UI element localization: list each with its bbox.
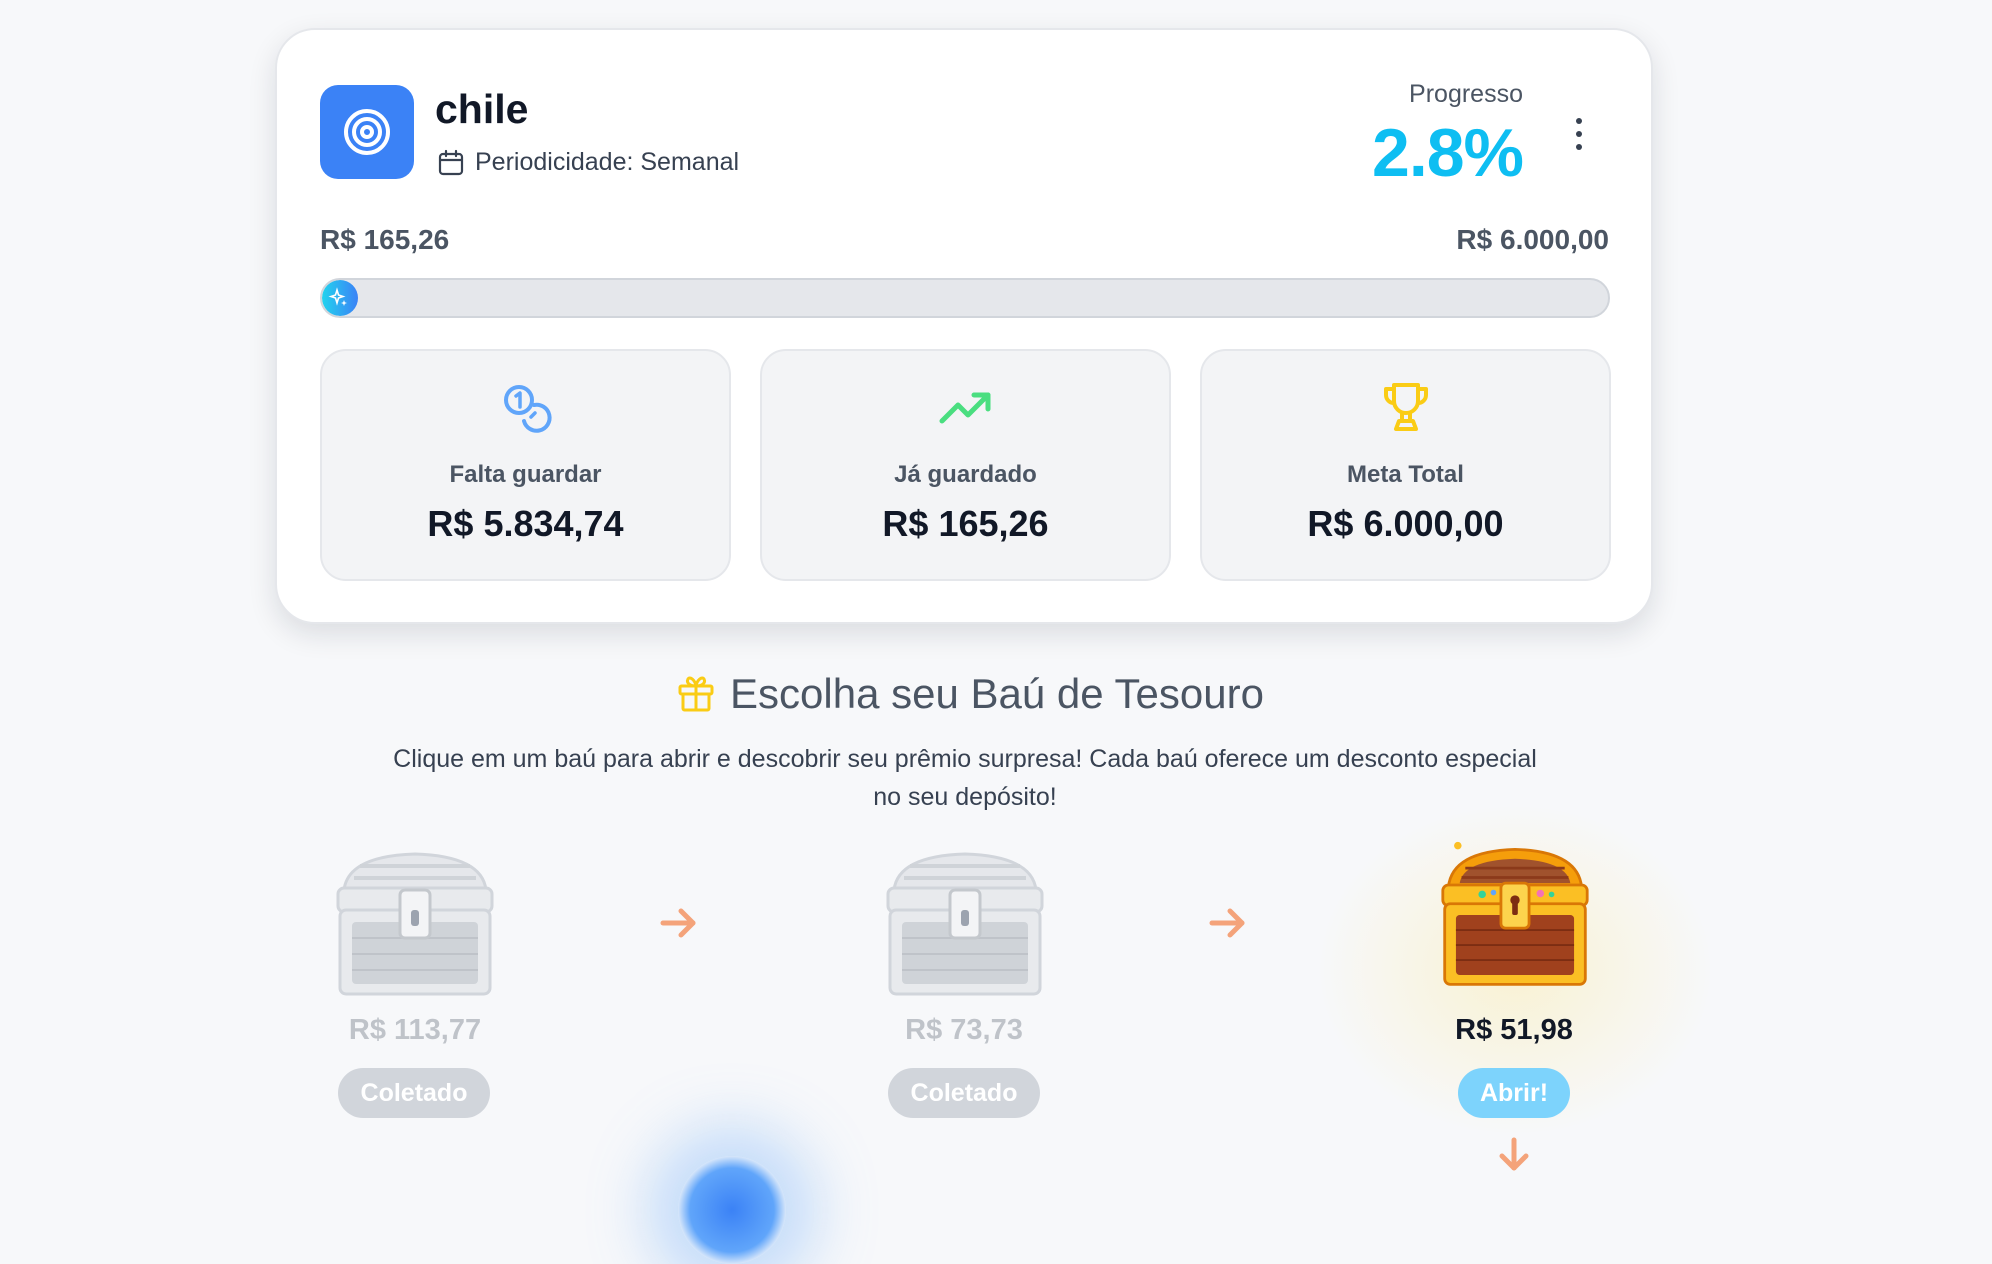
progress-bar-fill — [322, 280, 358, 316]
treasure-title: Escolha seu Baú de Tesouro — [0, 670, 1940, 718]
stat-total: Meta Total R$ 6.000,00 — [1200, 349, 1611, 581]
stat-label: Já guardado — [894, 461, 1037, 488]
calendar-icon — [438, 149, 464, 175]
progress-value: 2.8% — [1372, 115, 1524, 191]
treasure-description: Clique em um baú para abrir e descobrir … — [393, 745, 1537, 811]
treasure-chest-collected[interactable] — [880, 850, 1050, 1000]
periodicity: Periodicidade: Semanal — [437, 148, 739, 177]
more-options-icon[interactable] — [1573, 118, 1585, 150]
arrow-right-icon — [660, 908, 696, 938]
goal-card: chile Periodicidade: Semanal Progresso 2… — [275, 28, 1653, 624]
periodicity-label: Periodicidade: Semanal — [475, 148, 740, 176]
floating-orb — [678, 1156, 786, 1264]
gift-icon — [678, 676, 714, 712]
stat-value: R$ 5.834,74 — [427, 503, 624, 544]
trending-up-icon — [939, 392, 990, 424]
trophy-icon — [1383, 383, 1428, 431]
target-amount: R$ 6.000,00 — [1456, 224, 1609, 255]
chest-price: R$ 113,77 — [348, 1014, 482, 1046]
arrow-down-icon — [1499, 1137, 1529, 1171]
arrow-right-icon — [1209, 908, 1245, 938]
progress-bar — [320, 278, 1610, 318]
target-icon — [320, 85, 414, 179]
open-chest-button[interactable]: Abrir! — [1458, 1068, 1570, 1118]
sparkle-icon — [328, 287, 347, 306]
chest-price: R$ 51,98 — [1455, 1014, 1573, 1046]
stat-value: R$ 6.000,00 — [1307, 503, 1504, 544]
collected-button[interactable]: Coletado — [338, 1068, 490, 1118]
chest-price: R$ 73,73 — [905, 1014, 1023, 1046]
goal-title: chile — [435, 86, 529, 132]
stat-saved: Já guardado R$ 165,26 — [760, 349, 1171, 581]
collected-button[interactable]: Coletado — [888, 1068, 1040, 1118]
stat-label: Meta Total — [1347, 461, 1464, 488]
coins-icon — [503, 385, 552, 433]
current-amount: R$ 165,26 — [320, 224, 450, 255]
stat-label: Falta guardar — [449, 461, 602, 488]
treasure-chest-available[interactable] — [1430, 840, 1600, 990]
treasure-title-text: Escolha seu Baú de Tesouro — [730, 670, 1264, 717]
treasure-chest-collected[interactable] — [330, 850, 500, 1000]
progress-label: Progresso — [1409, 80, 1523, 108]
stat-remaining: Falta guardar R$ 5.834,74 — [320, 349, 731, 581]
stat-value: R$ 165,26 — [882, 503, 1049, 544]
